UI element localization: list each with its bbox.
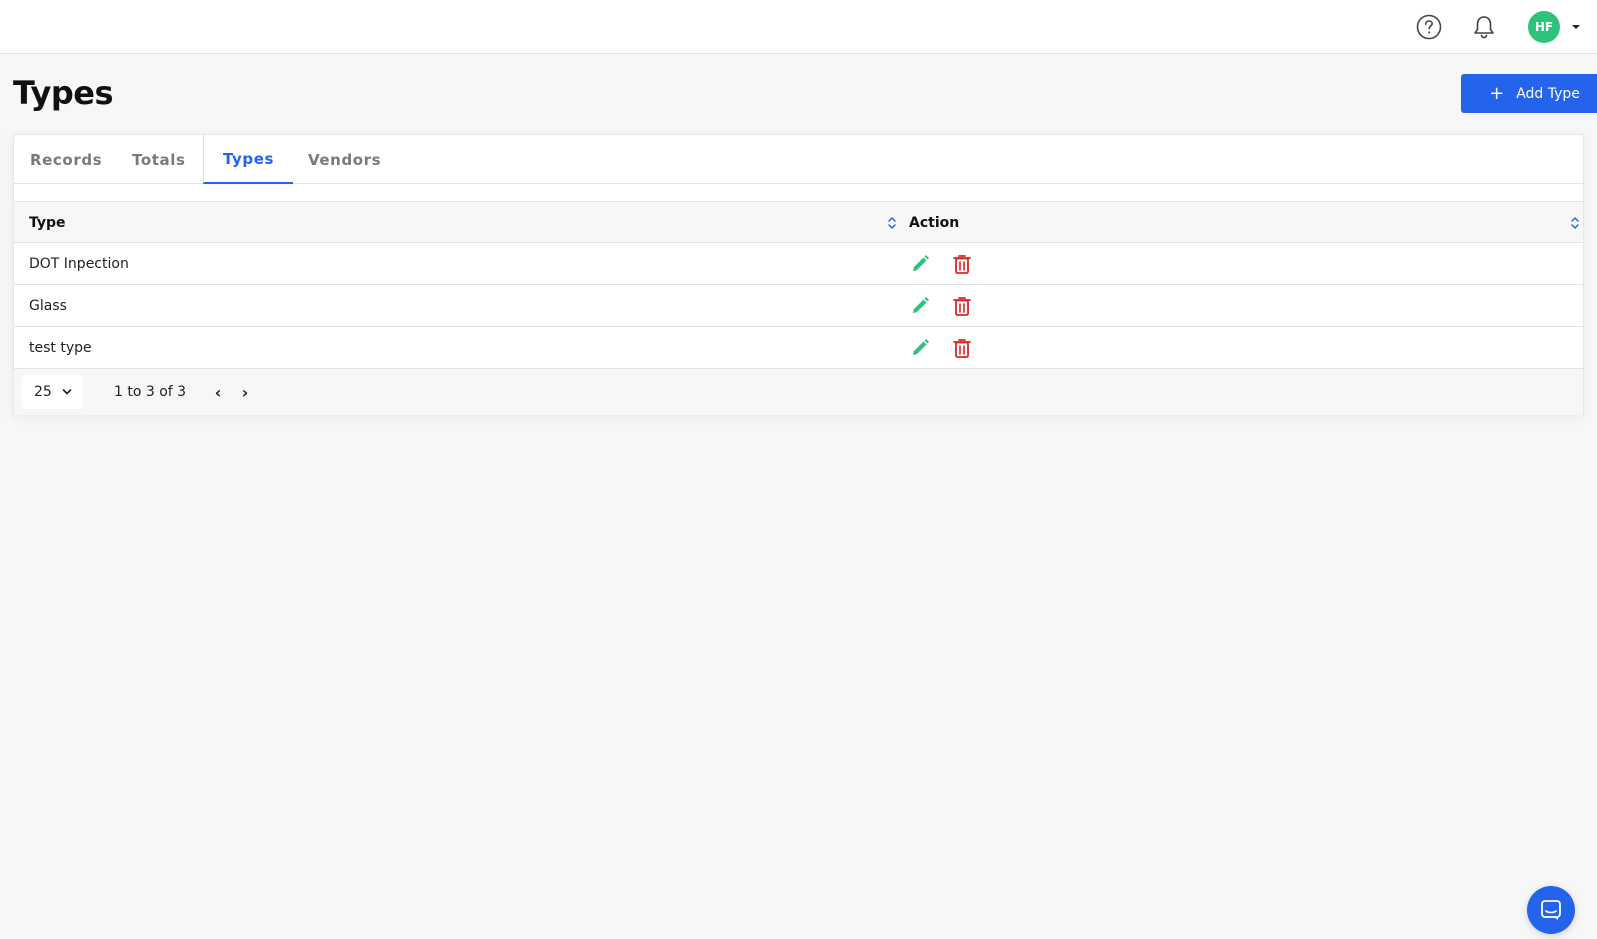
type-cell: test type xyxy=(29,339,92,356)
top-bar: HF xyxy=(0,0,1597,54)
trash-icon[interactable] xyxy=(952,253,972,275)
tab-records[interactable]: Records xyxy=(30,135,102,184)
sort-icon[interactable] xyxy=(886,215,898,231)
help-button[interactable] xyxy=(1413,11,1445,43)
type-cell: Glass xyxy=(29,297,67,314)
caret-down-icon[interactable] xyxy=(1570,22,1582,32)
tab-types[interactable]: Types xyxy=(203,135,293,184)
next-page-button[interactable]: › xyxy=(238,369,252,415)
trash-icon[interactable] xyxy=(952,295,972,317)
sort-icon[interactable] xyxy=(1569,215,1581,231)
previous-page-button[interactable]: ‹ xyxy=(211,369,225,415)
column-header-type[interactable]: Type xyxy=(29,202,66,243)
tab-totals[interactable]: Totals xyxy=(132,135,186,184)
types-table: Type Action DOT Inpection Glass test typ… xyxy=(14,201,1583,415)
type-cell: DOT Inpection xyxy=(29,255,129,272)
question-circle-icon xyxy=(1416,14,1442,40)
notifications-button[interactable] xyxy=(1468,11,1500,43)
page-title: Types xyxy=(13,74,114,112)
tab-bar: Records Totals Types Vendors xyxy=(14,135,1583,184)
chevron-down-icon xyxy=(62,389,72,395)
table-row: test type xyxy=(14,327,1583,369)
trash-icon[interactable] xyxy=(952,337,972,359)
pencil-icon[interactable] xyxy=(909,295,931,317)
types-card: Records Totals Types Vendors Type Action… xyxy=(13,134,1584,415)
column-header-action[interactable]: Action xyxy=(909,202,959,243)
page-range-text: 1 to 3 of 3 xyxy=(114,384,187,400)
pencil-icon[interactable] xyxy=(909,337,931,359)
bell-icon xyxy=(1474,16,1494,39)
table-header: Type Action xyxy=(14,201,1583,243)
tab-vendors[interactable]: Vendors xyxy=(308,135,381,184)
chat-launcher-button[interactable] xyxy=(1527,886,1575,934)
chat-icon xyxy=(1541,900,1561,920)
page-size-select[interactable]: 25 xyxy=(22,375,83,409)
pencil-icon[interactable] xyxy=(909,253,931,275)
add-type-label: Add Type xyxy=(1516,85,1580,102)
page-size-value: 25 xyxy=(34,384,52,400)
plus-icon: + xyxy=(1489,82,1505,104)
user-avatar[interactable]: HF xyxy=(1528,11,1560,43)
pagination-bar: 25 1 to 3 of 3 ‹ › xyxy=(14,369,1583,415)
add-type-button[interactable]: + Add Type xyxy=(1461,74,1597,113)
table-row: Glass xyxy=(14,285,1583,327)
table-row: DOT Inpection xyxy=(14,243,1583,285)
